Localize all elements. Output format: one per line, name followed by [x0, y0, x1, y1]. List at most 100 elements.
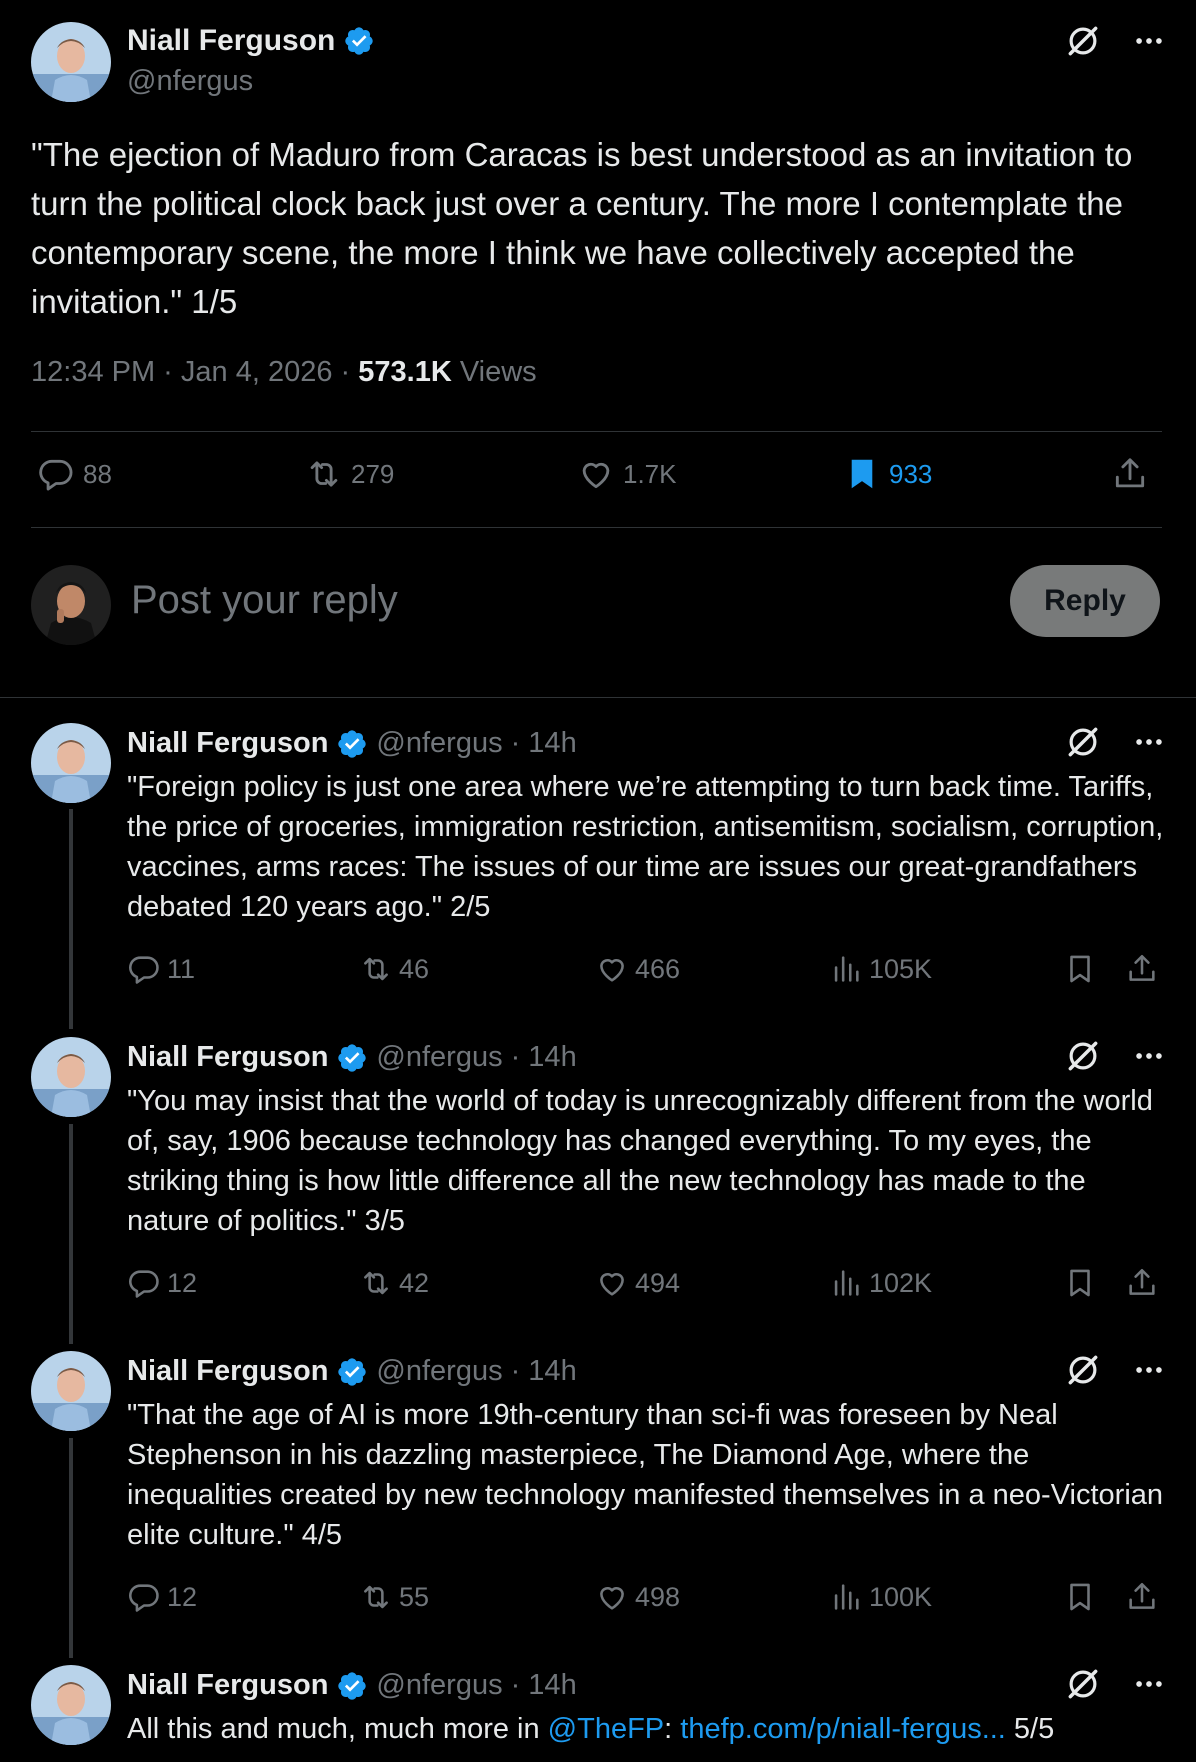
thread-connector [69, 809, 73, 1029]
bookmark-action[interactable]: 933 [843, 455, 932, 493]
thread-connector [69, 1124, 73, 1344]
thread-connector [69, 1438, 73, 1658]
post-time[interactable]: · 14h [511, 1355, 577, 1388]
like-count: 1.7K [623, 458, 677, 489]
author-handle[interactable]: @nfergus [376, 1041, 502, 1074]
author-avatar-image [31, 1665, 111, 1745]
views-action[interactable]: 100K [829, 1580, 932, 1614]
like-icon [577, 455, 615, 493]
post-top-actions [1064, 22, 1166, 60]
share-action[interactable] [1125, 1580, 1159, 1614]
author-name[interactable]: Niall Ferguson [127, 1355, 328, 1388]
bookmark-icon [1063, 952, 1097, 986]
like-action[interactable]: 494 [595, 1266, 680, 1300]
author-avatar[interactable] [31, 723, 111, 803]
share-icon [1125, 1266, 1159, 1300]
post-text: "That the age of AI is more 19th-century… [127, 1399, 1164, 1551]
verified-badge-icon[interactable] [343, 25, 375, 57]
author-name[interactable]: Niall Ferguson [127, 1669, 328, 1702]
like-action[interactable]: 1.7K [577, 455, 677, 493]
user-avatar[interactable] [31, 565, 111, 645]
reply-count: 11 [167, 953, 196, 984]
reply-action[interactable]: 11 [127, 952, 195, 986]
author-name[interactable]: Niall Ferguson [127, 727, 328, 760]
post-time[interactable]: · 14h [511, 1041, 577, 1074]
author-handle[interactable]: @nfergus [376, 1355, 502, 1388]
repost-action[interactable]: 46 [359, 952, 429, 986]
author-name-row[interactable]: Niall Ferguson [127, 24, 375, 58]
author-avatar-image [31, 22, 111, 102]
repost-action[interactable]: 279 [305, 455, 394, 493]
author-handle[interactable]: @nfergus [376, 727, 502, 760]
views-action[interactable]: 105K [829, 952, 932, 986]
more-options-icon[interactable] [1132, 1353, 1166, 1387]
repost-icon [359, 952, 393, 986]
grok-icon[interactable] [1064, 1665, 1102, 1703]
author-avatar[interactable] [31, 1351, 111, 1431]
author-avatar[interactable] [31, 22, 111, 102]
like-icon [595, 1266, 629, 1300]
post-header: Niall Ferguson @nfergus · 14h [127, 727, 577, 760]
views-action[interactable]: 102K [829, 1266, 932, 1300]
author-avatar[interactable] [31, 1665, 111, 1745]
more-options-icon[interactable] [1132, 1667, 1166, 1701]
share-icon [1111, 455, 1149, 493]
like-action[interactable]: 498 [595, 1580, 680, 1614]
bookmark-action[interactable] [1063, 1580, 1097, 1614]
reply-icon [127, 952, 161, 986]
like-count: 494 [635, 1267, 681, 1298]
views-icon [829, 952, 863, 986]
grok-icon[interactable] [1064, 1037, 1102, 1075]
post-time[interactable]: · 14h [511, 727, 577, 760]
more-options-icon[interactable] [1132, 725, 1166, 759]
bookmark-icon [1063, 1266, 1097, 1300]
author-handle[interactable]: @nfergus [376, 1669, 502, 1702]
post-header: Niall Ferguson @nfergus · 14h [127, 1041, 577, 1074]
like-icon [595, 1580, 629, 1614]
post-timestamp[interactable]: 12:34 PM · Jan 4, 2026 · [31, 356, 350, 388]
reply-button[interactable]: Reply [1010, 565, 1160, 637]
like-action[interactable]: 466 [595, 952, 680, 986]
post-top-actions [1064, 723, 1166, 761]
repost-icon [359, 1580, 393, 1614]
bookmark-action[interactable] [1063, 1266, 1097, 1300]
post-top-actions [1064, 1665, 1166, 1703]
reply-count: 12 [167, 1581, 198, 1612]
author-name[interactable]: Niall Ferguson [127, 1041, 328, 1074]
share-icon [1125, 952, 1159, 986]
repost-action[interactable]: 55 [359, 1580, 429, 1614]
author-avatar[interactable] [31, 1037, 111, 1117]
verified-badge-icon[interactable] [336, 1670, 368, 1702]
post-time[interactable]: · 14h [511, 1669, 577, 1702]
author-handle[interactable]: @nfergus [127, 65, 253, 98]
reply-action[interactable]: 12 [127, 1580, 197, 1614]
like-icon [595, 952, 629, 986]
grok-icon[interactable] [1064, 723, 1102, 761]
share-action[interactable] [1111, 455, 1149, 493]
url-link[interactable]: thefp.com/p/niall-fergus... [680, 1713, 1006, 1745]
more-options-icon[interactable] [1132, 1039, 1166, 1073]
post-header: Niall Ferguson @nfergus · 14h [127, 1355, 577, 1388]
mention-link[interactable]: @TheFP [548, 1713, 664, 1745]
bookmark-action[interactable] [1063, 952, 1097, 986]
grok-icon[interactable] [1064, 22, 1102, 60]
post-actions-bar: 12 55 498 100K [127, 1580, 1172, 1624]
verified-badge-icon[interactable] [336, 728, 368, 760]
section-divider [0, 697, 1196, 698]
author-avatar-image [31, 1351, 111, 1431]
author-name[interactable]: Niall Ferguson [127, 24, 335, 58]
share-action[interactable] [1125, 952, 1159, 986]
like-count: 466 [635, 953, 681, 984]
reply-action[interactable]: 88 [37, 455, 112, 493]
verified-badge-icon[interactable] [336, 1356, 368, 1388]
views-count: 105K [869, 953, 933, 984]
repost-action[interactable]: 42 [359, 1266, 429, 1300]
post-text: "The ejection of Maduro from Caracas is … [31, 136, 1133, 320]
grok-icon[interactable] [1064, 1351, 1102, 1389]
verified-badge-icon[interactable] [336, 1042, 368, 1074]
reply-input[interactable]: Post your reply [131, 578, 398, 623]
share-action[interactable] [1125, 1266, 1159, 1300]
reply-icon [37, 455, 75, 493]
more-options-icon[interactable] [1132, 24, 1166, 58]
reply-action[interactable]: 12 [127, 1266, 197, 1300]
